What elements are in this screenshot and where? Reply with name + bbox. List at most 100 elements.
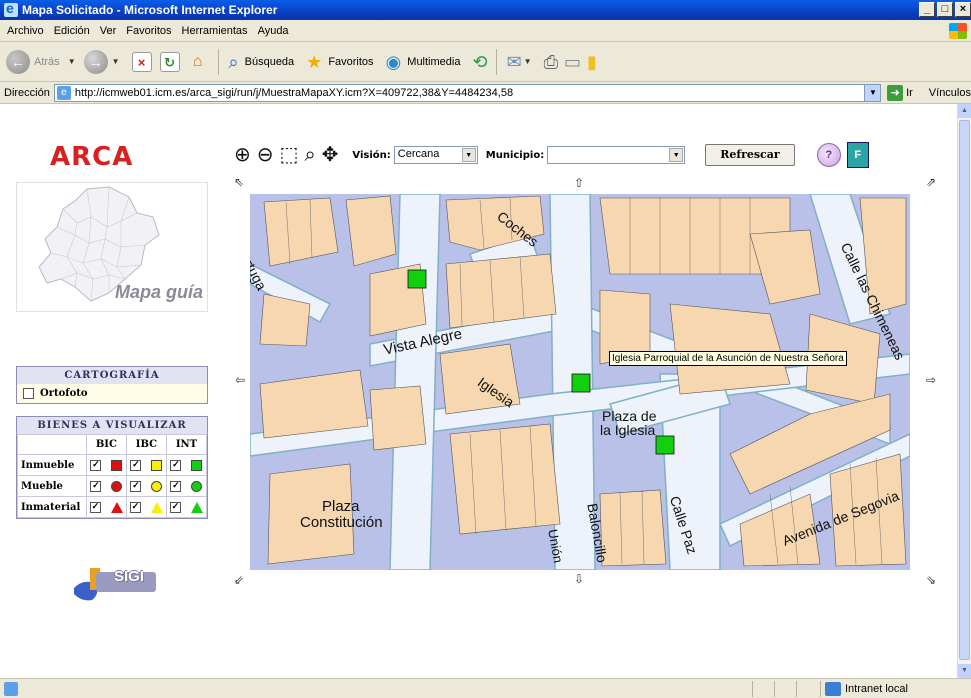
ie-icon [4,0,18,17]
search-icon[interactable]: ⌕ [229,52,239,72]
row-label: Inmaterial [17,496,87,518]
mail-dropdown-icon[interactable]: ▼ [524,57,532,66]
pan-south-icon[interactable]: ⇩ [572,573,586,585]
pan-southwest-icon[interactable]: ⇙ [232,574,246,586]
go-arrow-icon[interactable]: ➜ [887,84,904,101]
scroll-up-icon[interactable]: ▲ [958,104,971,118]
menu-ayuda[interactable]: Ayuda [258,25,289,37]
intranet-icon [825,682,841,696]
multimedia-icon[interactable]: ◉ [386,52,402,72]
menu-favoritos[interactable]: Favoritos [126,25,171,37]
vertical-scrollbar[interactable]: ▲ ▼ [957,104,971,678]
home-icon[interactable]: ⌂ [188,52,208,72]
refresh-icon[interactable]: ↻ [159,51,180,72]
url-input[interactable]: e http://icmweb01.icm.es/arca_sigi/run/j… [53,83,882,102]
marker-square[interactable] [571,373,591,393]
marker-square[interactable] [407,269,427,289]
pan-icon[interactable]: ✥ [322,143,339,167]
back-dropdown-icon[interactable]: ▼ [68,57,76,66]
inmueble-ibc-checkbox[interactable] [130,460,142,471]
pan-southeast-icon[interactable]: ⇘ [924,574,938,586]
zoom-out-icon[interactable]: ⊖ [257,143,274,167]
close-button[interactable]: × [955,2,971,17]
cartografia-title: CARTOGRAFÍA [17,367,207,384]
street-label: Plaza [322,498,360,515]
messenger-icon[interactable]: ▮ [587,52,597,72]
stop-icon[interactable]: × [131,51,152,72]
refresh-button[interactable]: Refrescar [705,144,795,166]
menu-archivo[interactable]: Archivo [7,25,44,37]
municipio-label: Municipio: [485,149,545,161]
column-header: BIC [85,434,127,455]
inmaterial-ibc-checkbox[interactable] [129,502,141,513]
mueble-ibc-checkbox[interactable] [130,481,142,492]
zone-label: Intranet local [845,683,908,695]
address-label: Dirección [4,86,50,99]
back-button-label[interactable]: Atrás [34,56,60,68]
marker-square[interactable] [655,435,675,455]
map-toolbar: ⊕ ⊖ ⬚ ⌕ ✥ Visión: Cercana ▼ Municipio: ▼… [234,142,869,168]
favorites-star-icon[interactable]: ★ [306,52,322,72]
minimize-button[interactable]: _ [919,2,935,17]
multimedia-button-label[interactable]: Multimedia [407,56,460,68]
cartografia-panel: CARTOGRAFÍA Ortofoto [16,366,208,404]
pan-north-icon[interactable]: ⇧ [572,177,586,189]
inmueble-bic-checkbox[interactable] [90,460,102,471]
municipio-select[interactable]: ▼ [547,146,686,164]
inmaterial-int-checkbox[interactable] [169,502,181,513]
windows-logo-icon [949,23,967,39]
vision-select[interactable]: Cercana ▼ [393,146,478,164]
security-zone: Intranet local [820,681,908,697]
green-square-icon [191,460,203,471]
forward-dropdown-icon[interactable]: ▼ [112,57,120,66]
zoom-point-icon[interactable]: ⌕ [304,143,315,167]
edit-icon[interactable]: ▭ [564,52,581,72]
column-header: INT [165,434,208,455]
exit-icon[interactable]: F [846,142,869,168]
ortofoto-label: Ortofoto [40,388,88,399]
page-icon: e [56,85,71,100]
inmueble-int-checkbox[interactable] [170,460,182,471]
mueble-bic-checkbox[interactable] [90,481,102,492]
back-arrow-icon[interactable]: ← [6,49,30,74]
pan-east-icon[interactable]: ⇨ [924,374,938,386]
menu-herramientas[interactable]: Herramientas [182,25,248,37]
column-header: IBC [125,434,167,455]
street-map[interactable]: Tortuga Coches Vista Alegre Iglesia Plaz… [250,194,910,570]
scroll-thumb[interactable] [959,120,970,660]
pan-west-icon[interactable]: ⇦ [233,374,247,386]
mail-icon[interactable]: ✉ [507,52,522,72]
street-label: Constitución [300,514,383,531]
pan-northwest-icon[interactable]: ⇖ [232,176,246,188]
zoom-box-icon[interactable]: ⬚ [280,143,299,167]
menu-ver[interactable]: Ver [100,25,117,37]
yellow-circle-icon [151,481,163,492]
search-button-label[interactable]: Búsqueda [245,56,295,68]
maximize-button[interactable]: □ [937,2,953,17]
mueble-int-checkbox[interactable] [170,481,182,492]
chevron-down-icon[interactable]: ▼ [669,148,684,162]
pan-northeast-icon[interactable]: ⇗ [924,176,938,188]
url-text[interactable]: http://icmweb01.icm.es/arca_sigi/run/j/M… [75,87,513,99]
menu-bar: Archivo Edición Ver Favoritos Herramient… [0,20,971,42]
red-circle-icon [111,481,123,492]
menu-edicion[interactable]: Edición [54,25,90,37]
status-cell [752,681,753,697]
sigi-logo[interactable]: SIGI [70,564,160,604]
scroll-down-icon[interactable]: ▼ [958,664,971,678]
arca-logo: ARCA [50,142,134,172]
ortofoto-checkbox[interactable] [23,388,34,399]
zoom-in-icon[interactable]: ⊕ [234,143,251,167]
print-icon[interactable]: ⎙ [544,52,558,72]
favorites-button-label[interactable]: Favoritos [328,56,373,68]
forward-arrow-icon[interactable]: → [83,49,108,74]
inmaterial-bic-checkbox[interactable] [89,502,101,513]
links-button[interactable]: Vínculos [929,87,971,99]
help-icon[interactable]: ? [816,143,841,167]
street-label: la Iglesia [600,422,656,438]
url-dropdown-icon[interactable]: ▼ [864,84,881,101]
go-button-label[interactable]: Ir [906,87,913,99]
history-icon[interactable]: ⟲ [472,52,487,72]
guide-map[interactable]: Mapa guía [16,182,208,312]
chevron-down-icon[interactable]: ▼ [461,148,476,162]
